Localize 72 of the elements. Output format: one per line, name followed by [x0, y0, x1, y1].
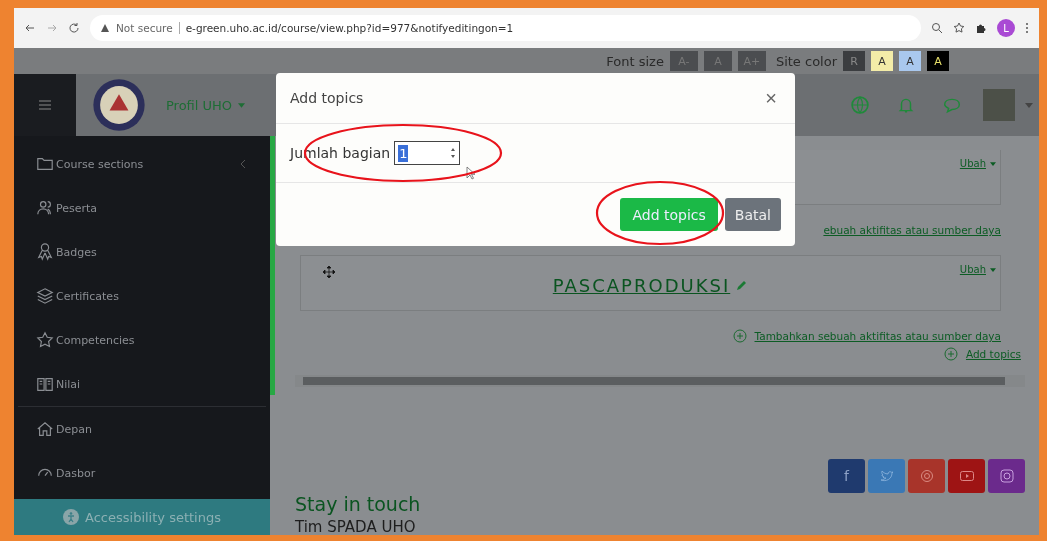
security-label: Not secure	[116, 22, 180, 34]
site-color-button[interactable]: R	[843, 51, 865, 71]
forward-icon[interactable]	[46, 22, 58, 34]
home-icon	[36, 420, 54, 438]
sidebar-item[interactable]: Certificates	[14, 274, 270, 318]
spinner-arrows-icon[interactable]	[450, 147, 457, 159]
youtube-button[interactable]	[948, 459, 985, 493]
web-button[interactable]	[908, 459, 945, 493]
cancel-button[interactable]: Batal	[724, 198, 781, 231]
book-icon	[36, 375, 54, 393]
number-input[interactable]: 1	[394, 141, 461, 165]
profile-avatar[interactable]: L	[997, 19, 1015, 37]
add-topics-button[interactable]: Add topics	[620, 198, 718, 231]
play-icon	[959, 469, 974, 483]
mouse-cursor-icon	[466, 166, 476, 180]
badge-icon	[36, 243, 54, 261]
menu-icon	[39, 100, 51, 110]
site-color-button[interactable]: A	[871, 51, 893, 71]
caret-icon	[238, 102, 246, 108]
site-color-button[interactable]: A	[927, 51, 949, 71]
warning-icon	[100, 23, 110, 33]
back-icon[interactable]	[24, 22, 36, 34]
camera-icon	[999, 469, 1014, 483]
sidebar-item[interactable]: Dasbor	[14, 451, 270, 495]
reload-icon[interactable]	[68, 22, 80, 34]
dialog-title: Add topics	[290, 90, 364, 106]
university-logo[interactable]	[92, 78, 146, 132]
sidebar-item[interactable]: Peserta	[14, 186, 270, 230]
instagram-button[interactable]	[988, 459, 1025, 493]
bird-icon	[879, 469, 894, 483]
puzzle-icon[interactable]	[975, 22, 987, 34]
more-icon[interactable]	[1025, 22, 1029, 34]
close-button[interactable]: ×	[761, 86, 781, 110]
caret-icon[interactable]	[990, 161, 996, 166]
url-text: e-green.uho.ac.id/course/view.php?id=977&notifyeditingon=1	[185, 22, 514, 34]
section-title-link[interactable]: PASCAPRODUKSI	[552, 274, 731, 296]
footer-heading: Stay in touch	[295, 493, 421, 515]
star-icon	[36, 331, 54, 349]
zoom-icon[interactable]	[931, 22, 943, 34]
drawer-toggle[interactable]	[14, 74, 76, 136]
users-icon	[36, 199, 54, 217]
add-activity-link[interactable]: Tambahkan sebuah aktifitas atau sumber daya	[754, 330, 1001, 342]
caret-icon[interactable]	[1025, 102, 1033, 108]
edit-menu-link[interactable]: Ubah	[959, 158, 986, 169]
footer-team-name: Tim SPADA UHO	[295, 519, 417, 535]
move-icon[interactable]	[323, 266, 335, 278]
sidebar-item[interactable]: Course sections	[14, 142, 270, 186]
pencil-icon[interactable]	[736, 279, 749, 291]
font-size-label: Font size	[606, 53, 664, 69]
sidebar-item[interactable]: Competencies	[14, 318, 270, 362]
sidebar-item[interactable]: Depan	[14, 407, 270, 451]
target-icon	[919, 469, 934, 483]
twitter-button[interactable]	[868, 459, 905, 493]
layers-icon	[36, 287, 54, 305]
horizontal-scrollbar[interactable]	[295, 375, 1025, 387]
chevron-icon[interactable]	[240, 159, 246, 169]
folder-icon	[36, 155, 54, 173]
accessibility-icon	[63, 509, 79, 525]
sidebar-item[interactable]: Badges	[14, 230, 270, 274]
plus-circle-icon[interactable]	[732, 329, 747, 343]
site-color-label: Site color	[775, 53, 837, 69]
accessibility-settings-label: Accessibility settings	[85, 509, 221, 525]
add-activity-link[interactable]: ebuah aktifitas atau sumber daya	[823, 224, 1001, 236]
facebook-button[interactable]: f	[828, 459, 865, 493]
sidebar-item[interactable]: Nilai	[14, 362, 270, 406]
caret-icon[interactable]	[990, 267, 996, 272]
edit-menu-link[interactable]: Ubah	[959, 264, 986, 275]
address-bar[interactable]: Not secure e-green.uho.ac.id/course/view.php?id=977&notifyeditingon=1	[90, 15, 921, 41]
star-icon[interactable]	[953, 22, 965, 34]
add-topics-link[interactable]: Add topics	[965, 348, 1021, 360]
plus-circle-icon[interactable]	[943, 347, 958, 361]
site-color-button[interactable]: A	[899, 51, 921, 71]
